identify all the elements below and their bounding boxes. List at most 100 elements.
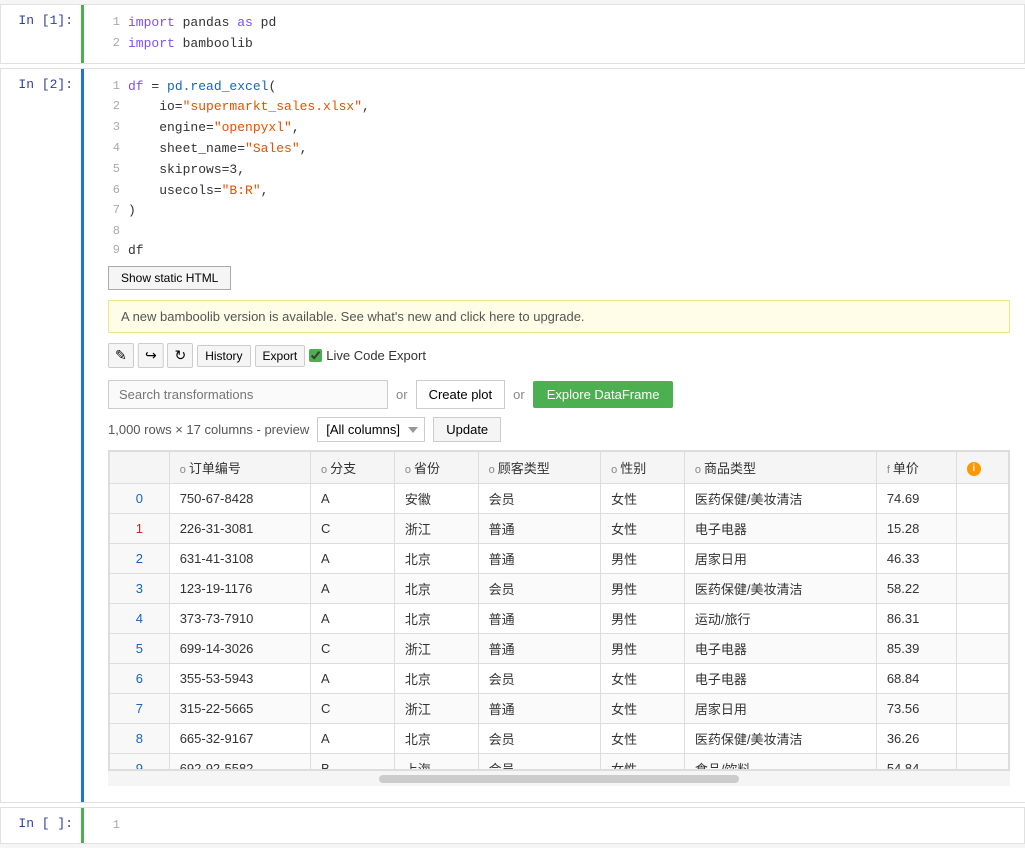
table-cell-index: 4: [110, 604, 170, 634]
table-cell-info: [956, 664, 1008, 694]
table-cell: 男性: [601, 634, 685, 664]
code-text: io="supermarkt_sales.xlsx",: [128, 97, 370, 118]
table-cell: C: [311, 634, 395, 664]
line-num: 1: [96, 13, 120, 34]
table-cell: 男性: [601, 574, 685, 604]
table-row: 4373-73-7910A北京普通男性运动/旅行86.31: [110, 604, 1009, 634]
code-line: 5 skiprows=3,: [96, 160, 1022, 181]
table-cell: 居家日用: [684, 544, 876, 574]
table-cell: 74.69: [876, 484, 956, 514]
line-num: 9: [96, 241, 120, 262]
refresh-button[interactable]: ↻: [167, 343, 193, 368]
table-cell: 上海: [394, 754, 478, 771]
code-line-2: 2 import bamboolib: [96, 34, 1012, 55]
code-line: 4 sheet_name="Sales",: [96, 139, 1022, 160]
table-cell: 692-92-5582: [169, 754, 310, 771]
table-cell: A: [311, 724, 395, 754]
code-text: import bamboolib: [128, 34, 253, 55]
or-text-2: or: [513, 387, 525, 402]
table-row: 8665-32-9167A北京会员女性医药保健/美妆清洁36.26: [110, 724, 1009, 754]
table-cell: 46.33: [876, 544, 956, 574]
history-button[interactable]: History: [197, 345, 250, 367]
table-cell-info: [956, 574, 1008, 604]
table-cell: 医药保健/美妆清洁: [684, 724, 876, 754]
table-header-product-type: o商品类型: [684, 452, 876, 484]
live-code-export-checkbox[interactable]: [309, 349, 322, 362]
update-button[interactable]: Update: [433, 417, 501, 442]
table-cell: 浙江: [394, 694, 478, 724]
undo-button[interactable]: ✎: [108, 343, 134, 368]
table-cell: 631-41-3108: [169, 544, 310, 574]
table-row: 5699-14-3026C浙江普通男性电子电器85.39: [110, 634, 1009, 664]
code-text: skiprows=3,: [128, 160, 245, 181]
horizontal-scrollbar[interactable]: [379, 775, 739, 783]
empty-cell-content[interactable]: 1: [81, 808, 1024, 843]
redo-button[interactable]: ↩: [138, 343, 164, 368]
table-cell: 普通: [478, 604, 601, 634]
table-cell-index: 8: [110, 724, 170, 754]
rows-cols-info: 1,000 rows × 17 columns - preview: [108, 422, 309, 437]
notebook: In [1]: 1 import pandas as pd 2 import b…: [0, 4, 1025, 844]
cell-1-content[interactable]: 1 import pandas as pd 2 import bamboolib: [81, 5, 1024, 63]
line-num: 1: [96, 816, 120, 835]
live-code-export-label[interactable]: Live Code Export: [309, 348, 426, 363]
table-cell: 普通: [478, 694, 601, 724]
export-button[interactable]: Export: [255, 345, 306, 367]
line-num: 5: [96, 160, 120, 181]
create-plot-button[interactable]: Create plot: [416, 380, 506, 409]
table-cell: 运动/旅行: [684, 604, 876, 634]
or-text-1: or: [396, 387, 408, 402]
line-num: 3: [96, 118, 120, 139]
table-row: 1226-31-3081C浙江普通女性电子电器15.28: [110, 514, 1009, 544]
horizontal-scrollbar-area[interactable]: [108, 770, 1010, 786]
code-line: 1: [96, 816, 1012, 835]
table-cell: 73.56: [876, 694, 956, 724]
table-cell: 54.84: [876, 754, 956, 771]
code-text: engine="openpyxl",: [128, 118, 300, 139]
cell-1-label: In [1]:: [1, 5, 81, 63]
cell-2: In [2]: 1 df = pd.read_excel( 2 io="supe…: [0, 68, 1025, 804]
table-cell-info: [956, 604, 1008, 634]
table-cell: 北京: [394, 574, 478, 604]
cell-2-content[interactable]: 1 df = pd.read_excel( 2 io="supermarkt_s…: [81, 69, 1025, 803]
table-cell-index: 7: [110, 694, 170, 724]
table-cell: 医药保健/美妆清洁: [684, 574, 876, 604]
cell-2-label: In [2]:: [1, 69, 81, 803]
code-line: 3 engine="openpyxl",: [96, 118, 1022, 139]
code-text: ): [128, 201, 136, 222]
table-cell-info: [956, 514, 1008, 544]
table-row: 2631-41-3108A北京普通男性居家日用46.33: [110, 544, 1009, 574]
table-cell: 86.31: [876, 604, 956, 634]
dataframe-info: 1,000 rows × 17 columns - preview [All c…: [108, 417, 1010, 442]
search-row: or Create plot or Explore DataFrame: [108, 380, 1010, 409]
table-cell: 浙江: [394, 634, 478, 664]
table-cell: C: [311, 694, 395, 724]
table-cell: 68.84: [876, 664, 956, 694]
code-line: 2 io="supermarkt_sales.xlsx",: [96, 97, 1022, 118]
show-static-html-button[interactable]: Show static HTML: [108, 266, 231, 290]
code-text: sheet_name="Sales",: [128, 139, 307, 160]
search-transformations-input[interactable]: [108, 380, 388, 409]
line-num: 2: [96, 97, 120, 118]
table-cell: 普通: [478, 634, 601, 664]
explore-dataframe-button[interactable]: Explore DataFrame: [533, 381, 674, 408]
table-row: 7315-22-5665C浙江普通女性居家日用73.56: [110, 694, 1009, 724]
table-cell: 普通: [478, 544, 601, 574]
column-select[interactable]: [All columns]: [317, 417, 425, 442]
table-cell: 电子电器: [684, 664, 876, 694]
table-cell: 会员: [478, 724, 601, 754]
table-cell: A: [311, 664, 395, 694]
table-cell: C: [311, 514, 395, 544]
code-line: 1 df = pd.read_excel(: [96, 77, 1022, 98]
code-text: df: [128, 241, 144, 262]
table-cell: 女性: [601, 754, 685, 771]
table-cell-info: [956, 694, 1008, 724]
table-cell: 居家日用: [684, 694, 876, 724]
table-cell-index: 3: [110, 574, 170, 604]
table-cell-info: [956, 634, 1008, 664]
table-row: 3123-19-1176A北京会员男性医药保健/美妆清洁58.22: [110, 574, 1009, 604]
notification-bar[interactable]: A new bamboolib version is available. Se…: [108, 300, 1010, 333]
table-cell: 女性: [601, 694, 685, 724]
table-header-branch: o分支: [311, 452, 395, 484]
data-table-container[interactable]: o订单编号 o分支 o省份 o顾客类型 o性别 o商品类型 f单价 i: [108, 450, 1010, 770]
